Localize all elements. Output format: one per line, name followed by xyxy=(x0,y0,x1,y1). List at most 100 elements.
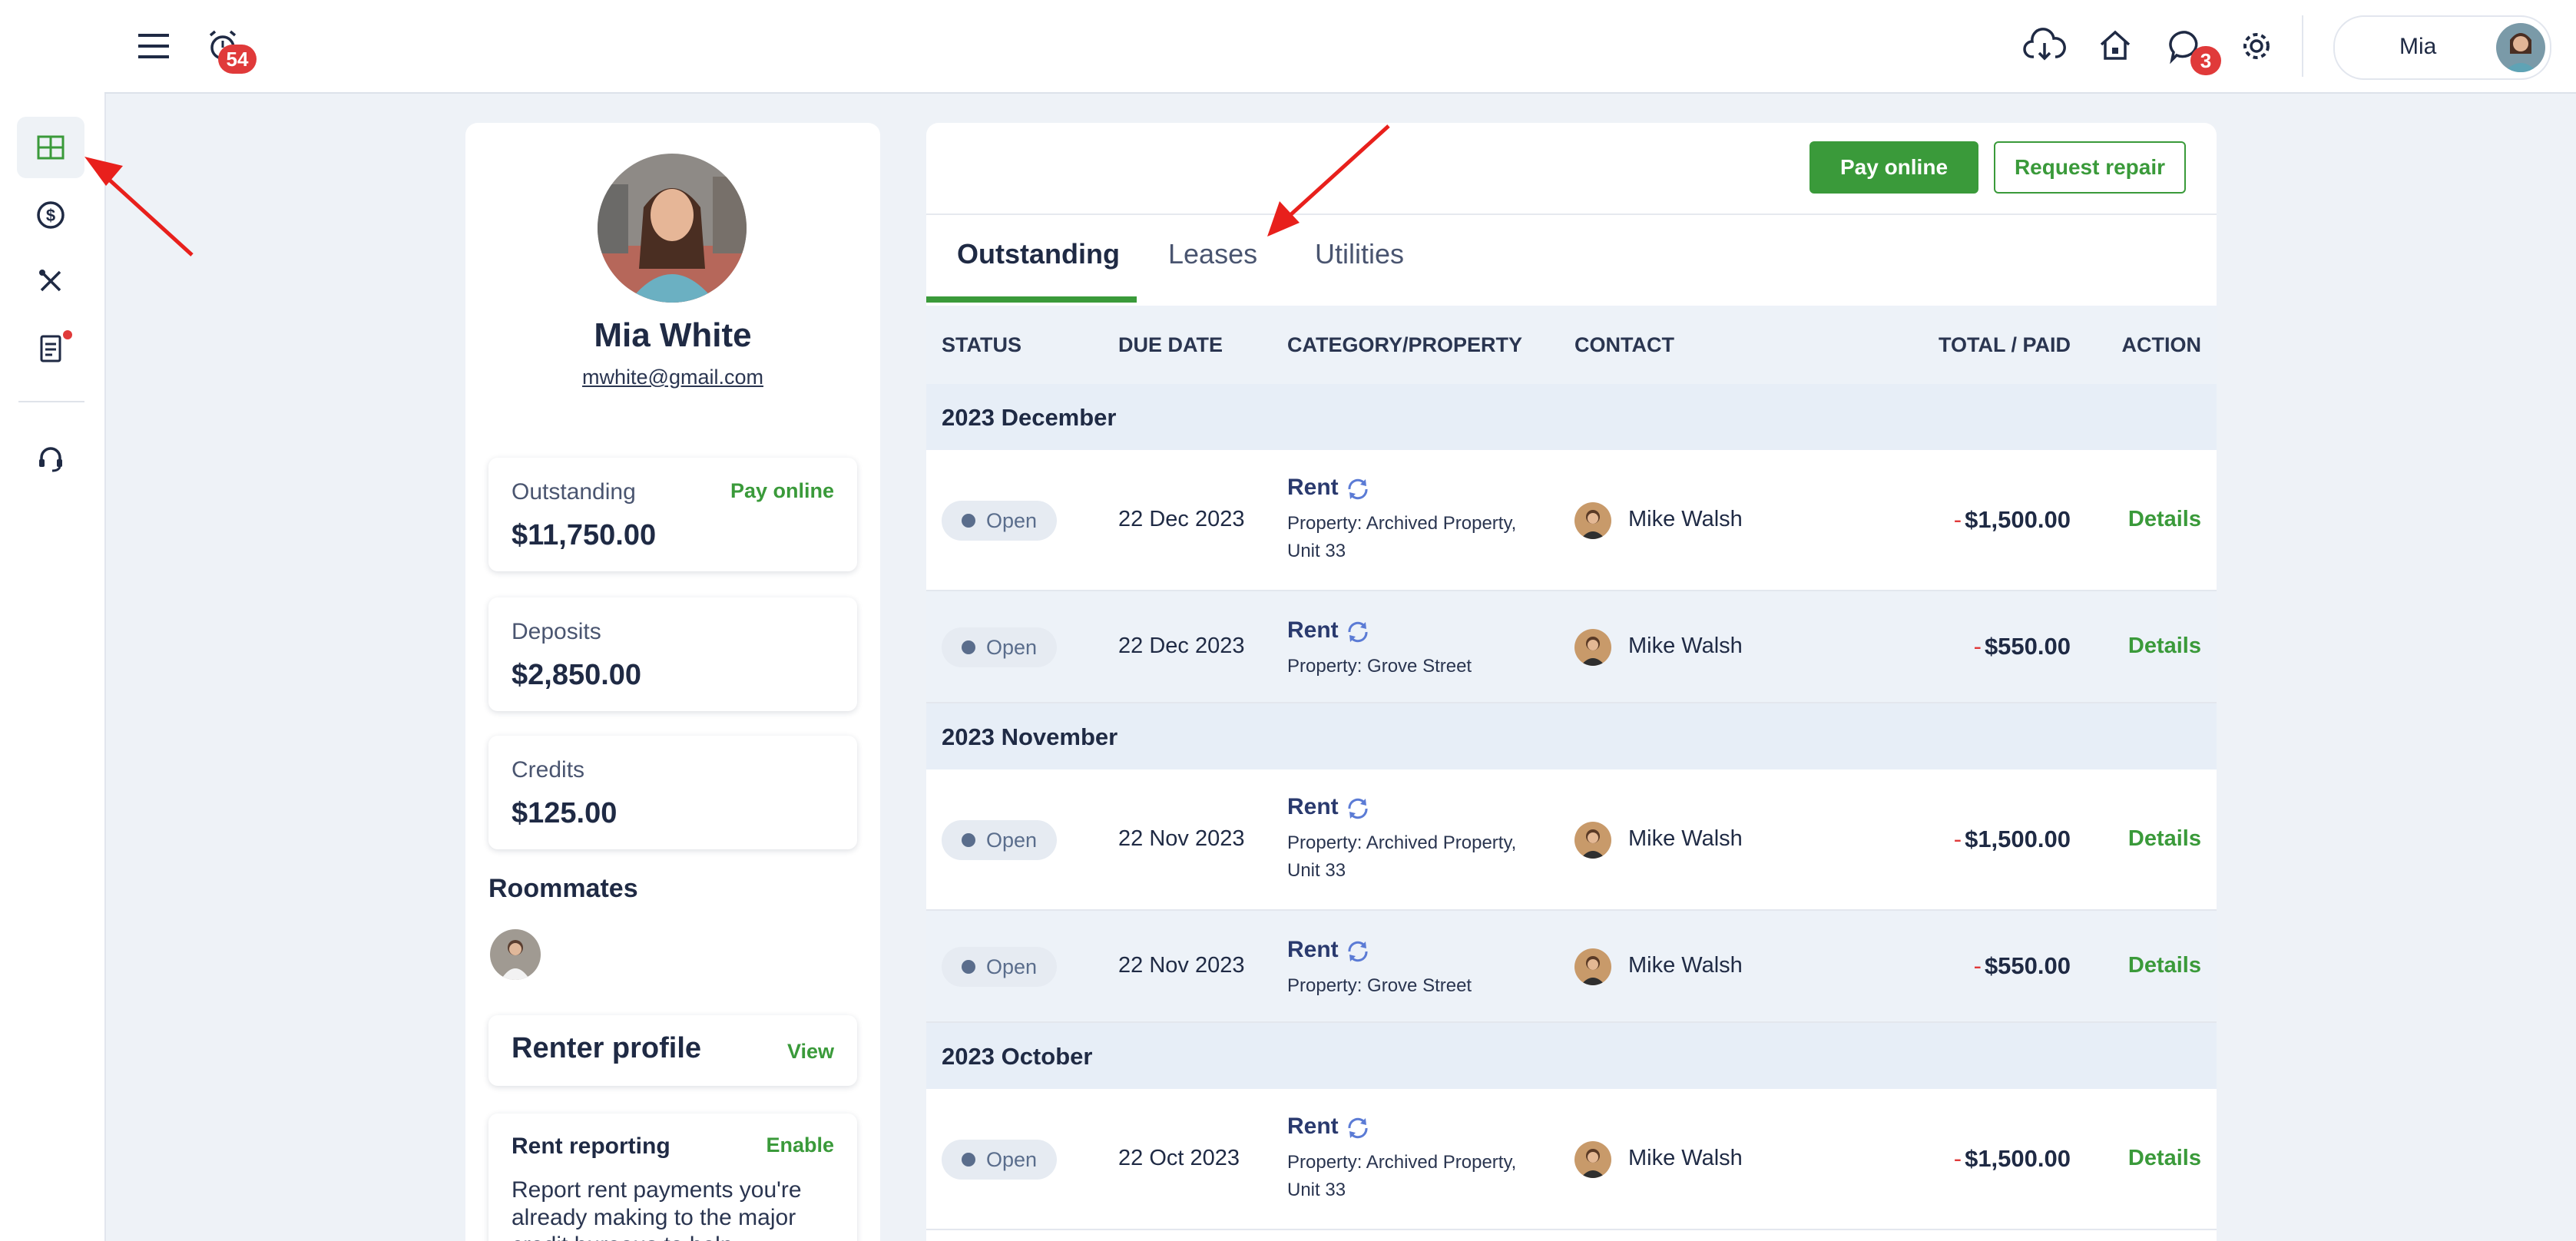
sidebar-item-repairs[interactable] xyxy=(17,250,84,312)
credits-card: Credits $125.00 xyxy=(488,736,857,849)
property-text: Property: Grove Street xyxy=(1287,975,1472,996)
category-link[interactable]: Rent xyxy=(1287,475,1339,501)
profile-email[interactable]: mwhite@gmail.com xyxy=(465,366,880,389)
profile-panel: Mia White mwhite@gmail.com Outstanding P… xyxy=(465,123,880,1241)
user-menu[interactable]: Mia xyxy=(2333,15,2551,80)
messages-button[interactable]: 3 xyxy=(2160,20,2221,75)
status-badge: Open xyxy=(942,820,1057,860)
category-link[interactable]: Rent xyxy=(1287,1114,1339,1140)
gear-icon xyxy=(2243,33,2270,59)
status-dot xyxy=(962,833,975,847)
recurring-icon xyxy=(1348,1117,1368,1139)
outstanding-pay-online-link[interactable]: Pay online xyxy=(730,479,834,503)
contact-name: Mike Walsh xyxy=(1628,1146,1743,1170)
menu-button[interactable] xyxy=(127,20,180,72)
deposits-value: $2,850.00 xyxy=(512,659,642,691)
status-badge: Open xyxy=(942,947,1057,987)
pay-online-button[interactable]: Pay online xyxy=(1809,141,1978,194)
details-link[interactable]: Details xyxy=(2128,953,2201,978)
outstanding-value: $11,750.00 xyxy=(512,519,657,551)
rent-reporting-description: Report rent payments you're already maki… xyxy=(512,1177,802,1241)
details-link[interactable]: Details xyxy=(2128,634,2201,659)
details-link[interactable]: Details xyxy=(2128,826,2201,852)
table-row[interactable]: Open 22 Nov 2023 Rent Property: Archived Pr… xyxy=(926,769,2217,911)
contact-name: Mike Walsh xyxy=(1628,826,1743,851)
tools-icon xyxy=(39,270,61,292)
outstanding-label: Outstanding xyxy=(512,479,636,505)
svg-text:$: $ xyxy=(46,206,55,225)
tab-leases[interactable]: Leases xyxy=(1168,238,1257,270)
request-repair-button[interactable]: Request repair xyxy=(1994,141,2186,194)
column-total-paid: TOTAL / PAID xyxy=(1938,333,2071,356)
negative-sign: - xyxy=(1953,826,1962,852)
profile-avatar xyxy=(598,154,747,303)
property-text: Property: Archived Property, Unit 33 xyxy=(1287,832,1517,881)
details-link[interactable]: Details xyxy=(2128,1146,2201,1171)
group-header: 2023 November xyxy=(926,703,2217,769)
amount: - $1,500.00 xyxy=(1954,506,2071,534)
due-date: 22 Dec 2023 xyxy=(1118,507,1245,531)
sidebar-item-payments[interactable]: $ xyxy=(17,184,84,246)
messages-badge: 3 xyxy=(2190,46,2221,75)
column-action: ACTION xyxy=(2121,333,2202,356)
topbar-divider xyxy=(2302,15,2303,77)
properties-button[interactable] xyxy=(2089,20,2141,72)
user-name: Mia xyxy=(2399,34,2437,59)
negative-sign: - xyxy=(1973,952,1982,979)
cloud-download-icon xyxy=(2023,28,2066,61)
negative-sign: - xyxy=(1973,633,1982,660)
status-badge: Open xyxy=(942,627,1057,667)
user-avatar xyxy=(2496,23,2545,72)
negative-sign: - xyxy=(1953,1145,1962,1172)
tabs-divider xyxy=(926,213,2217,215)
contact-avatar xyxy=(1574,822,1611,859)
alarm-badge: 54 xyxy=(218,45,257,74)
due-date: 22 Dec 2023 xyxy=(1118,634,1245,658)
deposits-label: Deposits xyxy=(512,619,601,644)
contact-avatar xyxy=(1574,502,1611,539)
group-label: 2023 October xyxy=(942,1043,1093,1070)
sidebar-item-support[interactable] xyxy=(17,427,84,488)
amount-value: $550.00 xyxy=(1984,633,2071,660)
roommate-avatar[interactable] xyxy=(490,929,541,980)
dollar-circle-icon: $ xyxy=(37,201,65,229)
due-date: 22 Nov 2023 xyxy=(1118,953,1245,978)
status-text: Open xyxy=(986,508,1038,532)
contact-avatar xyxy=(1574,948,1611,985)
outstanding-card: Outstanding Pay online $11,750.00 xyxy=(488,458,857,571)
status-text: Open xyxy=(986,1147,1038,1171)
sidebar-item-dashboard[interactable] xyxy=(17,117,84,178)
table-row[interactable]: Open 22 Oct 2023 Rent Property: Archived Pr… xyxy=(926,1089,2217,1230)
recurring-icon xyxy=(1348,798,1368,819)
credits-label: Credits xyxy=(512,757,585,783)
alarm-button[interactable]: 54 xyxy=(198,20,257,74)
category-link[interactable]: Rent xyxy=(1287,794,1339,820)
amount-value: $1,500.00 xyxy=(1965,826,2071,852)
settings-button[interactable] xyxy=(2230,20,2283,72)
contact-name: Mike Walsh xyxy=(1628,953,1743,978)
renter-profile-view-link[interactable]: View xyxy=(787,1040,834,1064)
negative-sign: - xyxy=(1953,506,1962,533)
table-row[interactable]: Open 22 Nov 2023 Rent Property: Grove Stree… xyxy=(926,911,2217,1023)
column-contact: CONTACT xyxy=(1574,333,1674,356)
tab-utilities[interactable]: Utilities xyxy=(1315,238,1404,270)
headset-icon xyxy=(39,447,62,472)
rent-reporting-enable-link[interactable]: Enable xyxy=(766,1133,834,1157)
group-header: 2023 October xyxy=(926,1023,2217,1089)
table-row[interactable]: Open 22 Dec 2023 Rent Property: Archived Pr… xyxy=(926,450,2217,591)
table-row[interactable]: Open 22 Dec 2023 Rent Property: Grove Stree… xyxy=(926,591,2217,703)
amount-value: $550.00 xyxy=(1984,952,2071,979)
status-dot xyxy=(962,1153,975,1167)
due-date: 22 Oct 2023 xyxy=(1118,1146,1240,1170)
recurring-icon xyxy=(1348,478,1368,500)
document-icon xyxy=(40,335,61,362)
details-link[interactable]: Details xyxy=(2128,507,2201,532)
tab-outstanding[interactable]: Outstanding xyxy=(957,238,1120,270)
category-link[interactable]: Rent xyxy=(1287,617,1339,644)
category-link[interactable]: Rent xyxy=(1287,937,1339,963)
group-label: 2023 December xyxy=(942,404,1117,431)
sidebar-item-documents[interactable] xyxy=(17,318,84,379)
download-button[interactable] xyxy=(2018,20,2071,72)
amount-value: $1,500.00 xyxy=(1965,506,2071,533)
group-header: 2023 December xyxy=(926,384,2217,450)
